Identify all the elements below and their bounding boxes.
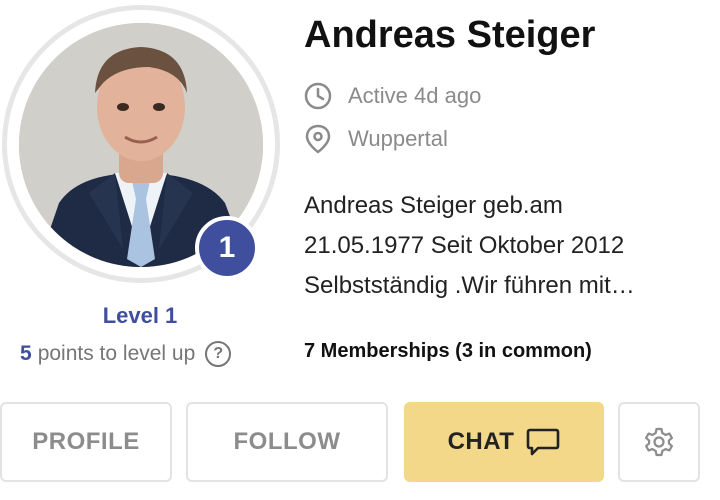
gear-icon: [645, 427, 673, 457]
chat-button[interactable]: CHAT: [404, 402, 604, 482]
points-to-level-up: 5 points to level up ?: [20, 341, 232, 367]
active-status-text: Active 4d ago: [348, 83, 482, 108]
location-text: Wuppertal: [348, 126, 448, 151]
help-icon[interactable]: ?: [205, 341, 232, 367]
map-pin-icon: [305, 124, 331, 154]
profile-button-label: PROFILE: [32, 428, 140, 455]
location: Wuppertal: [304, 124, 448, 154]
profile-button[interactable]: PROFILE: [0, 402, 172, 482]
level-badge: 1: [195, 216, 259, 280]
points-text: points to level up: [37, 342, 196, 365]
memberships-count[interactable]: 7 Memberships (3 in common): [304, 340, 592, 363]
active-status: Active 4d ago: [304, 82, 481, 110]
follow-button-label: FOLLOW: [233, 428, 341, 455]
profile-name: Andreas Steiger: [304, 14, 596, 56]
points-number: 5: [20, 342, 32, 365]
bio-text[interactable]: Andreas Steiger geb.am 21.05.1977 Seit O…: [304, 186, 694, 306]
clock-icon: [304, 82, 332, 110]
chat-button-label: CHAT: [447, 428, 515, 455]
follow-button[interactable]: FOLLOW: [186, 402, 388, 482]
level-label: Level 1: [102, 303, 178, 328]
chat-bubble-icon: [527, 428, 560, 456]
settings-button[interactable]: [618, 402, 700, 482]
